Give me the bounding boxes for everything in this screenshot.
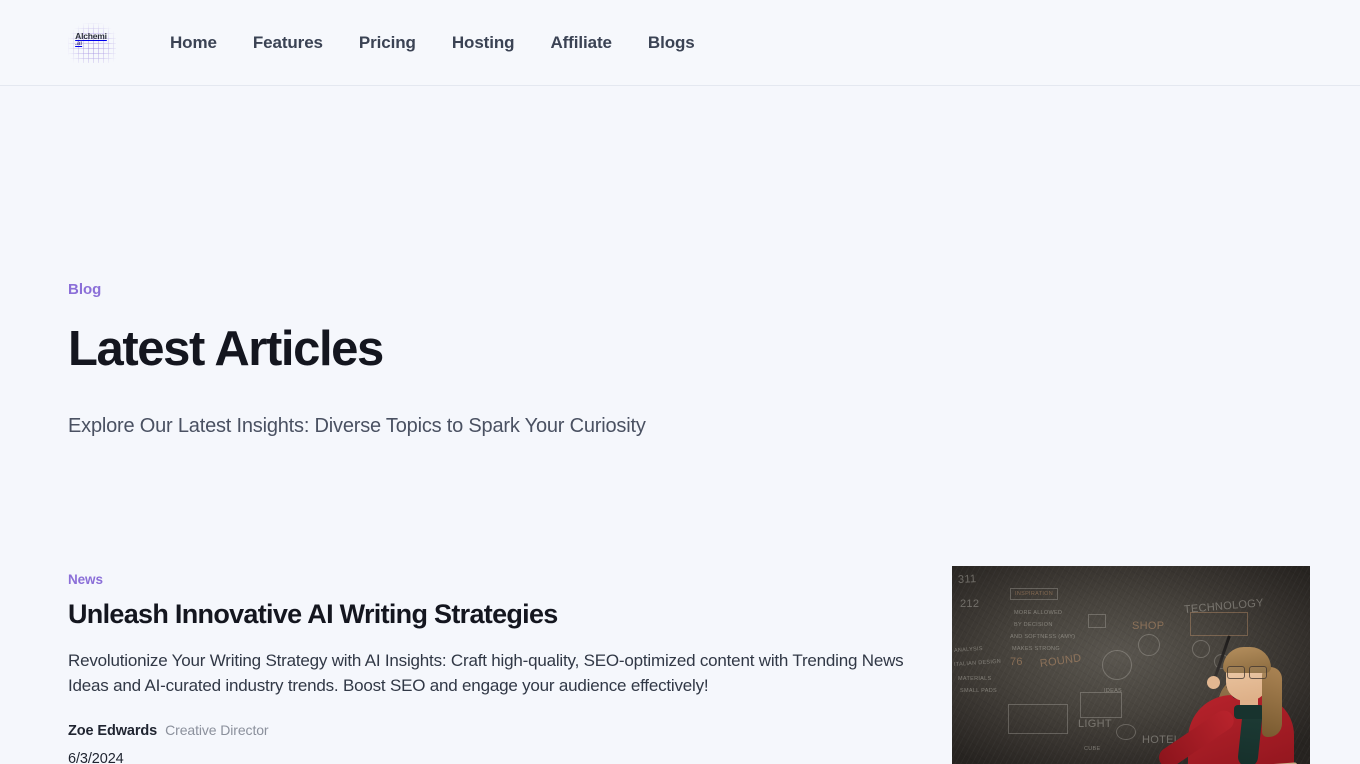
nav-item-blogs[interactable]: Blogs: [630, 27, 713, 59]
brand-wordmark: Alchemi .ai: [75, 32, 107, 48]
article-title[interactable]: Unleash Innovative AI Writing Strategies: [68, 599, 912, 630]
main-navigation: Home Features Pricing Hosting Affiliate …: [152, 27, 713, 59]
article-author-role: Creative Director: [165, 721, 269, 738]
glasses-icon: [1227, 666, 1267, 680]
nav-item-hosting[interactable]: Hosting: [434, 27, 533, 59]
nav-item-home[interactable]: Home: [152, 27, 235, 59]
article-byline: Zoe Edwards Creative Director: [68, 722, 912, 739]
page-title: Latest Articles: [68, 322, 384, 376]
brand-name-primary: Alchemi: [75, 30, 107, 41]
nav-item-features[interactable]: Features: [235, 27, 341, 59]
brand-logo[interactable]: Alchemi .ai: [68, 22, 116, 63]
article-category-badge[interactable]: News: [68, 572, 912, 587]
article-date: 6/3/2024: [68, 750, 124, 764]
article-list: News Unleash Innovative AI Writing Strat…: [0, 566, 1360, 764]
article-author: Zoe Edwards: [68, 722, 158, 739]
brand-name-suffix: .ai: [75, 41, 83, 48]
hand: [1204, 673, 1223, 692]
nav-item-pricing[interactable]: Pricing: [341, 27, 434, 59]
nav-item-affiliate[interactable]: Affiliate: [532, 27, 629, 59]
collar: [1234, 705, 1264, 720]
site-header: Alchemi .ai Home Features Pricing Hostin…: [0, 0, 1360, 86]
hero-eyebrow-blog[interactable]: Blog: [68, 281, 1292, 298]
article-card[interactable]: News Unleash Innovative AI Writing Strat…: [68, 566, 1310, 764]
person-figure: [1154, 631, 1304, 764]
hero-section: Blog Latest Articles Explore Our Latest …: [0, 86, 1360, 438]
article-content: News Unleash Innovative AI Writing Strat…: [68, 566, 912, 764]
article-thumbnail-image[interactable]: 311 212 INSPIRATION MORE ALLOWED BY DECI…: [952, 566, 1310, 764]
hero-subtitle: Explore Our Latest Insights: Diverse Top…: [68, 415, 646, 438]
article-description: Revolutionize Your Writing Strategy with…: [68, 651, 904, 695]
